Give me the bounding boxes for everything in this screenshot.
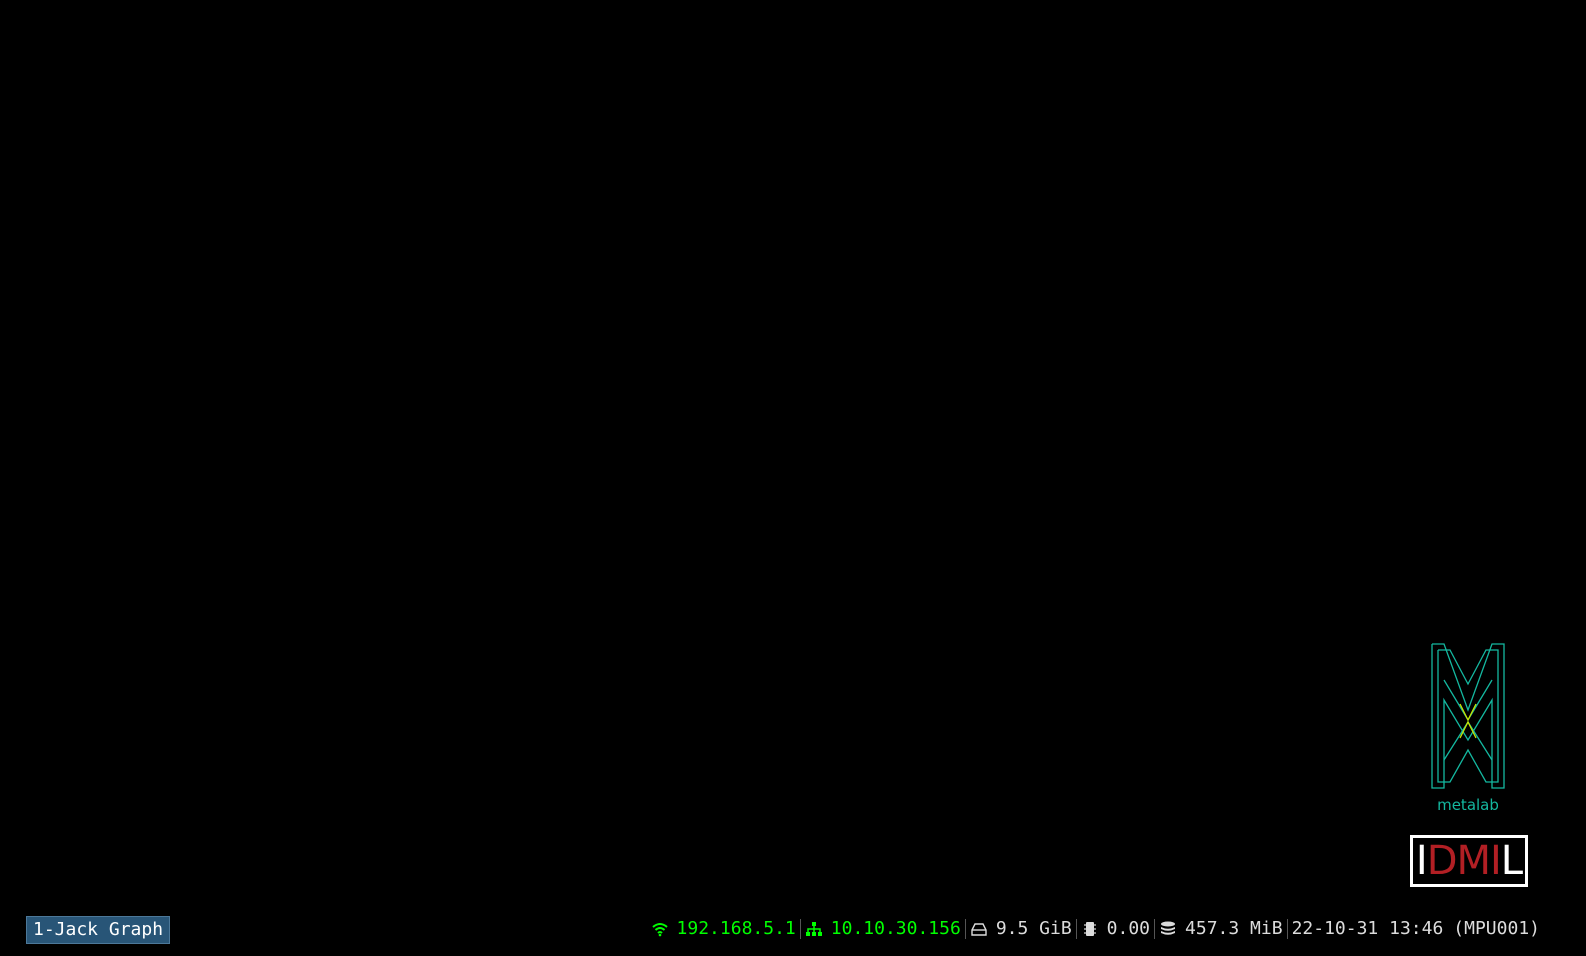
ethernet-status: 10.10.30.156	[801, 914, 965, 944]
metalab-wordmark: metalab	[1437, 796, 1499, 814]
status-blocks: 192.168.5.1 10.10.30.156 9.5 GiB 0.00 45…	[647, 914, 1544, 944]
metalab-logo-accent	[1459, 703, 1477, 722]
wifi-icon	[651, 920, 669, 938]
wireless-status: 192.168.5.1	[647, 914, 800, 944]
disk-status: 9.5 GiB	[966, 914, 1076, 944]
disk-free: 9.5 GiB	[995, 918, 1072, 939]
metalab-logo-inner	[1437, 649, 1499, 783]
idmil-logo: I DM I L	[1410, 835, 1528, 887]
clock: 22-10-31 13:46 (MPU001)	[1288, 914, 1544, 944]
cpu-icon	[1081, 920, 1099, 938]
memory-icon	[1159, 920, 1177, 938]
ethernet-ip: 10.10.30.156	[830, 918, 961, 939]
memory-status: 457.3 MiB	[1155, 914, 1287, 944]
cpu-load: 0.00	[1106, 918, 1151, 939]
idmil-letter-i: I	[1415, 838, 1428, 884]
metalab-logo-outer	[1431, 643, 1505, 789]
workspace-button[interactable]: 1-Jack Graph	[26, 916, 171, 944]
disk-icon	[970, 920, 988, 938]
memory-used: 457.3 MiB	[1185, 918, 1283, 939]
network-icon	[805, 920, 823, 938]
datetime: 22-10-31 13:46	[1291, 918, 1444, 939]
idmil-letters-dm: DM	[1426, 838, 1491, 884]
wireless-ip: 192.168.5.1	[676, 918, 796, 939]
idmil-letter-i2: I	[1490, 838, 1502, 884]
metalab-logo	[1431, 643, 1505, 789]
status-bar: 1-Jack Graph 192.168.5.1 10.10.30.156 9.…	[0, 914, 1586, 944]
idmil-letter-l: L	[1500, 838, 1523, 884]
load-status: 0.00	[1077, 914, 1154, 944]
hostname: (MPU001)	[1453, 918, 1540, 939]
metalab-logo-cross	[1443, 679, 1493, 722]
desktop-background: metalab I DM I L 1-Jack Graph 192.168.5.1	[0, 0, 1586, 956]
